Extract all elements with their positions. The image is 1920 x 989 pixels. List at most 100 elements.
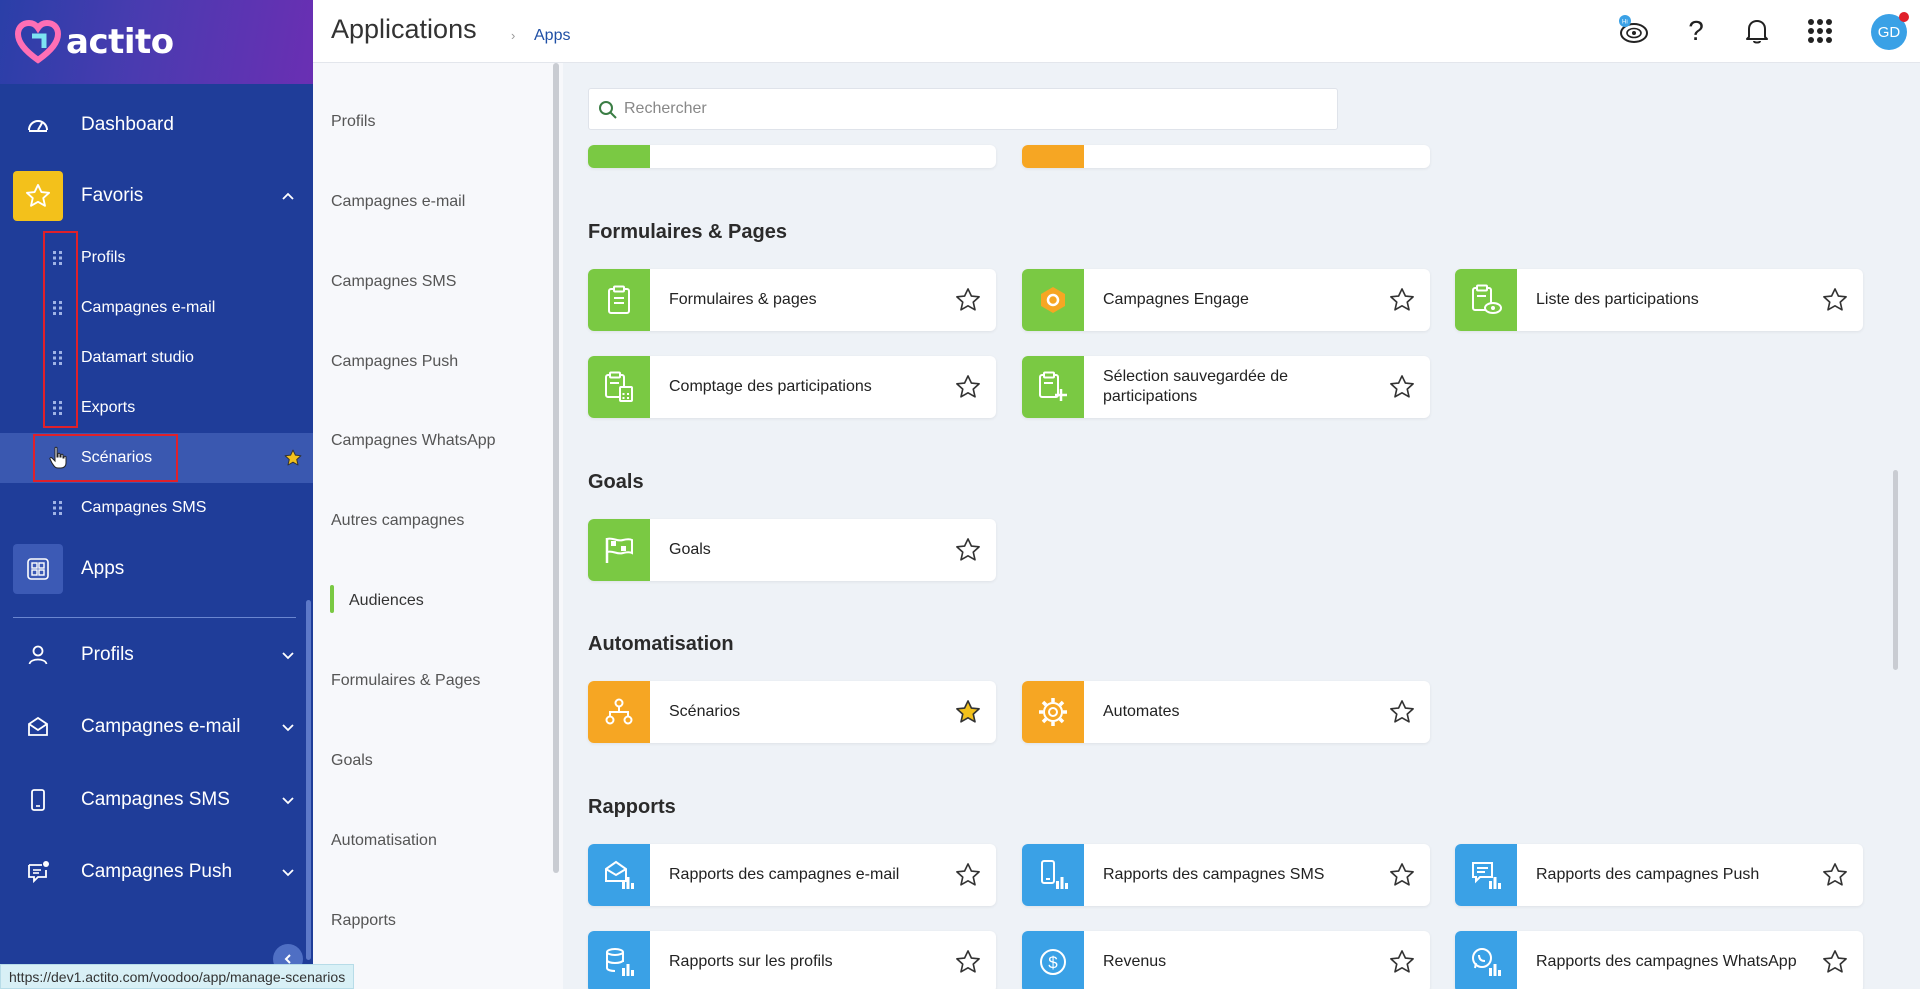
sidebar-scrollbar[interactable] [306, 600, 311, 960]
help-label: ? [1688, 15, 1704, 46]
nav-dashboard[interactable]: Dashboard [0, 100, 313, 150]
app-card-rapports-profils[interactable]: Rapports sur les profils [588, 931, 996, 989]
section-title-goals: Goals [588, 471, 644, 493]
nav-campagnes-email-label: Campagnes e-mail [81, 716, 241, 737]
star-outline-icon[interactable] [1388, 861, 1416, 889]
database-report-icon [588, 931, 650, 989]
star-outline-icon[interactable] [1821, 948, 1849, 976]
app-card-selection-sauvegardee[interactable]: Sélection sauvegardée de participations [1022, 356, 1430, 418]
notification-dot [1899, 12, 1909, 22]
star-outline-icon[interactable] [1388, 948, 1416, 976]
app-card-scenarios[interactable]: Scénarios [588, 681, 996, 743]
app-card-automates[interactable]: Automates [1022, 681, 1430, 743]
app-card-label: Revenus [1103, 953, 1167, 970]
nav-apps[interactable]: Apps [0, 544, 313, 594]
clipboard-plus-icon [1022, 356, 1084, 418]
fav-item-label: Datamart studio [81, 349, 194, 366]
chevron-down-icon[interactable] [281, 647, 295, 663]
nav-campagnes-sms[interactable]: Campagnes SMS [0, 775, 313, 825]
star-outline-icon[interactable] [954, 373, 982, 401]
star-outline-icon[interactable] [954, 861, 982, 889]
category-campagnes-email[interactable]: Campagnes e-mail [331, 193, 465, 211]
help-icon[interactable]: ? [1679, 14, 1713, 48]
apps-grid-icon [13, 544, 63, 594]
app-card-label: Sélection sauvegardée de participations [1103, 368, 1289, 405]
app-card-rapports-email[interactable]: Rapports des campagnes e-mail [588, 844, 996, 906]
main-scrollbar[interactable] [1893, 470, 1898, 670]
top-bar: Applications › Apps Hi ? GD [313, 0, 1920, 63]
app-card-partial[interactable] [1022, 145, 1430, 168]
section-title-formulaires: Formulaires & Pages [588, 221, 787, 243]
actito-logo-icon [14, 19, 62, 64]
app-card-revenus[interactable]: $ Revenus [1022, 931, 1430, 989]
sms-report-icon [1022, 844, 1084, 906]
app-card-liste-participations[interactable]: Liste des participations [1455, 269, 1863, 331]
chevron-down-icon[interactable] [281, 719, 295, 735]
category-campagnes-whatsapp[interactable]: Campagnes WhatsApp [331, 432, 496, 450]
gear-icon [1022, 681, 1084, 743]
logo[interactable]: actito [0, 0, 313, 84]
app-card-rapports-sms[interactable]: Rapports des campagnes SMS [1022, 844, 1430, 906]
status-bar-url: https://dev1.actito.com/voodoo/app/manag… [0, 964, 355, 989]
app-card-goals[interactable]: Goals [588, 519, 996, 581]
nav-campagnes-email[interactable]: Campagnes e-mail [0, 702, 313, 752]
chevron-up-icon[interactable] [281, 188, 295, 204]
drag-handle-icon[interactable] [53, 501, 63, 515]
star-outline-icon[interactable] [954, 286, 982, 314]
search-input[interactable]: Rechercher [624, 100, 707, 118]
app-card-label: Scénarios [669, 703, 741, 720]
category-profils[interactable]: Profils [331, 113, 375, 131]
fav-item-label: Exports [81, 399, 136, 416]
category-automatisation[interactable]: Automatisation [331, 832, 437, 850]
clipboard-eye-icon [1455, 269, 1517, 331]
nav-dashboard-label: Dashboard [81, 114, 174, 135]
app-card-label: Automates [1103, 703, 1180, 720]
clipboard-calculator-icon [588, 356, 650, 418]
assistant-bot-icon[interactable]: Hi [1616, 14, 1650, 48]
star-filled-icon[interactable] [954, 698, 982, 726]
star-outline-icon[interactable] [954, 948, 982, 976]
star-outline-icon[interactable] [954, 536, 982, 564]
bell-icon[interactable] [1740, 14, 1774, 48]
category-panel: Profils Campagnes e-mail Campagnes SMS C… [313, 63, 563, 989]
chevron-down-icon[interactable] [281, 864, 295, 880]
category-formulaires-pages[interactable]: Formulaires & Pages [331, 672, 480, 690]
star-filled-icon[interactable] [283, 448, 303, 468]
fav-item-campagnes-sms[interactable]: Campagnes SMS [0, 483, 313, 533]
app-card-rapports-whatsapp[interactable]: Rapports des campagnes WhatsApp [1455, 931, 1863, 989]
nav-campagnes-push-label: Campagnes Push [81, 861, 233, 882]
nav-favoris[interactable]: Favoris [0, 171, 313, 221]
push-notification-icon [24, 858, 52, 886]
app-card-label: Goals [669, 541, 711, 558]
apps-main-content: Rechercher Formulaires & Pages Formulair… [563, 63, 1920, 989]
nav-profils[interactable]: Profils [0, 630, 313, 680]
app-card-icon-partial [588, 145, 650, 168]
star-outline-icon[interactable] [1821, 861, 1849, 889]
star-outline-icon[interactable] [1388, 373, 1416, 401]
active-category-indicator [330, 585, 334, 613]
app-card-partial[interactable] [588, 145, 996, 168]
category-scrollbar[interactable] [553, 63, 559, 873]
nav-campagnes-push[interactable]: Campagnes Push [0, 847, 313, 897]
category-goals[interactable]: Goals [331, 752, 373, 770]
search-field[interactable]: Rechercher [588, 88, 1338, 130]
category-rapports[interactable]: Rapports [331, 912, 396, 930]
app-card-comptage-participations[interactable]: Comptage des participations [588, 356, 996, 418]
chevron-down-icon[interactable] [281, 792, 295, 808]
clipboard-icon [588, 269, 650, 331]
star-outline-icon[interactable] [1821, 286, 1849, 314]
app-card-campagnes-engage[interactable]: Campagnes Engage [1022, 269, 1430, 331]
category-campagnes-sms[interactable]: Campagnes SMS [331, 273, 456, 291]
app-card-formulaires-pages[interactable]: Formulaires & pages [588, 269, 996, 331]
category-autres-campagnes[interactable]: Autres campagnes [331, 512, 464, 530]
star-outline-icon[interactable] [1388, 286, 1416, 314]
nav-profils-label: Profils [81, 644, 134, 665]
app-card-rapports-push[interactable]: Rapports des campagnes Push [1455, 844, 1863, 906]
category-audiences[interactable]: Audiences [349, 592, 424, 610]
app-card-label: Rapports des campagnes e-mail [669, 866, 900, 883]
app-launcher-grid-icon[interactable] [1803, 14, 1837, 48]
mobile-phone-icon [24, 786, 52, 814]
star-outline-icon[interactable] [1388, 698, 1416, 726]
category-campagnes-push[interactable]: Campagnes Push [331, 353, 458, 371]
breadcrumb[interactable]: Apps [534, 27, 570, 45]
